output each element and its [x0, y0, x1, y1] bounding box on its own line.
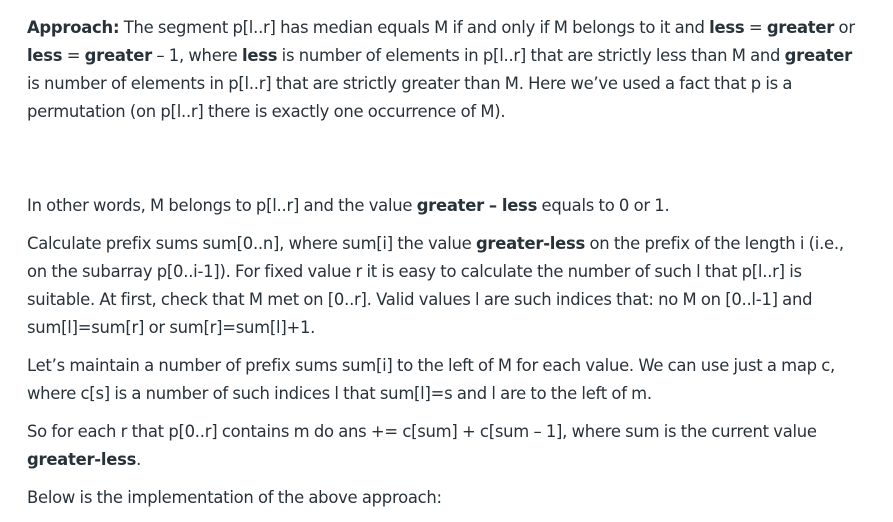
text-span: The segment p[l..r] has median equals M …	[119, 18, 710, 37]
text-span: is number of elements in p[l..r] that ar…	[277, 46, 785, 65]
term-greater-minus-less: greater – less	[416, 196, 538, 215]
map-paragraph: Let’s maintain a number of prefix sums s…	[27, 352, 863, 408]
implementation-intro-paragraph: Below is the implementation of the above…	[27, 484, 863, 512]
text-span: is number of elements in p[l..r] that ar…	[27, 74, 793, 121]
other-words-paragraph: In other words, M belongs to p[l..r] and…	[27, 192, 863, 220]
text-span: Calculate prefix sums sum[0..n], where s…	[27, 234, 476, 253]
term-less: less	[241, 46, 278, 65]
text-span: Below is the implementation of the above…	[27, 488, 442, 507]
approach-paragraph: Approach: The segment p[l..r] has median…	[27, 14, 863, 126]
text-span: equals to 0 or 1.	[537, 196, 670, 215]
answer-paragraph: So for each r that p[0..r] contains m do…	[27, 418, 863, 474]
text-span: – 1, where	[151, 46, 242, 65]
article-body: Approach: The segment p[l..r] has median…	[0, 0, 893, 522]
term-greater: greater	[84, 46, 153, 65]
text-span: =	[744, 18, 767, 37]
approach-label: Approach:	[27, 18, 120, 37]
text-span: In other words, M belongs to p[l..r] and…	[27, 196, 417, 215]
text-span: .	[136, 450, 142, 469]
term-greater-less: greater-less	[27, 450, 137, 469]
text-span: Let’s maintain a number of prefix sums s…	[27, 356, 835, 403]
prefix-sums-paragraph: Calculate prefix sums sum[0..n], where s…	[27, 230, 863, 342]
term-less: less	[27, 46, 63, 65]
term-greater-less: greater-less	[475, 234, 586, 253]
text-span: or	[834, 18, 856, 37]
term-greater: greater	[784, 46, 853, 65]
text-span: So for each r that p[0..r] contains m do…	[27, 422, 817, 441]
term-less: less	[709, 18, 745, 37]
text-span: =	[62, 46, 85, 65]
term-greater: greater	[766, 18, 835, 37]
